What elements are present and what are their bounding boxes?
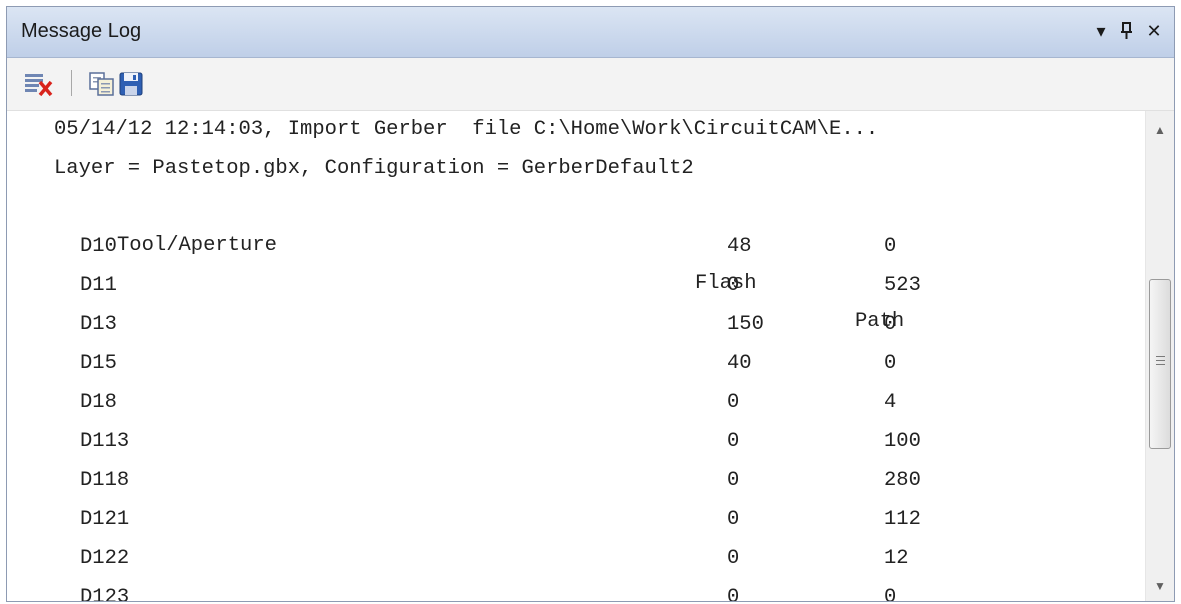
log-row-tool: D10 — [80, 235, 117, 258]
log-row-tool: D118 — [80, 469, 130, 492]
log-row-path: 0 — [884, 352, 897, 375]
log-row: D15 40 0 — [7, 345, 1145, 383]
log-row: D113 0 100 — [7, 423, 1145, 461]
log-row-flash: 48 — [727, 235, 752, 258]
log-row: D122 0 12 — [7, 540, 1145, 578]
thumb-grip-line — [1156, 356, 1165, 357]
clear-log-icon[interactable] — [23, 70, 53, 98]
log-column-header: Tool/Aperture Flash Path — [7, 189, 1145, 333]
log-row-tool: D13 — [80, 313, 117, 336]
log-row: D13 150 0 — [7, 306, 1145, 344]
log-row: D121 0 112 — [7, 501, 1145, 539]
log-row-path: 0 — [884, 313, 897, 336]
log-row-path: 0 — [884, 235, 897, 258]
log-row-path: 12 — [884, 547, 909, 570]
log-row-tool: D15 — [80, 352, 117, 375]
thumb-grip-line — [1156, 360, 1165, 361]
dropdown-menu-icon[interactable]: ▾ — [1089, 18, 1113, 44]
log-row-path: 280 — [884, 469, 921, 492]
log-row-flash: 0 — [727, 274, 740, 297]
copy-icon[interactable] — [87, 70, 117, 98]
scroll-up-arrow[interactable]: ▲ — [1146, 115, 1174, 145]
thumb-grip-line — [1156, 364, 1165, 365]
log-row: D11 0 523 — [7, 267, 1145, 305]
message-log-panel: Message Log ▾ ✕ 05/14/12 12:14:03, Impor… — [6, 6, 1175, 602]
log-row-tool: D113 — [80, 430, 130, 453]
toolbar-separator — [71, 70, 72, 96]
log-toolbar — [7, 58, 1174, 111]
log-row: D118 0 280 — [7, 462, 1145, 500]
log-row-flash: 0 — [727, 391, 740, 414]
log-row: D18 0 4 — [7, 384, 1145, 422]
log-row-path: 4 — [884, 391, 897, 414]
scroll-thumb[interactable] — [1149, 279, 1171, 449]
log-row: D123 0 0 — [7, 579, 1145, 601]
log-row-path: 112 — [884, 508, 921, 531]
log-row-flash: 0 — [727, 586, 740, 601]
pin-icon[interactable] — [1115, 18, 1139, 44]
scroll-down-arrow[interactable]: ▼ — [1146, 571, 1174, 601]
log-row-tool: D123 — [80, 586, 130, 601]
log-row-flash: 40 — [727, 352, 752, 375]
log-row-tool: D121 — [80, 508, 130, 531]
log-row-path: 0 — [884, 586, 897, 601]
log-row: D10 48 0 — [7, 228, 1145, 266]
log-row-path: 523 — [884, 274, 921, 297]
log-row-flash: 0 — [727, 469, 740, 492]
log-row-flash: 0 — [727, 547, 740, 570]
log-content[interactable]: 05/14/12 12:14:03, Import Gerber file C:… — [7, 111, 1145, 601]
log-row-tool: D122 — [80, 547, 130, 570]
log-row-flash: 0 — [727, 430, 740, 453]
panel-title: Message Log — [21, 20, 142, 42]
log-row-path: 100 — [884, 430, 921, 453]
save-icon[interactable] — [117, 70, 147, 98]
log-row-tool: D11 — [80, 274, 117, 297]
log-row-flash: 0 — [727, 508, 740, 531]
panel-titlebar: Message Log ▾ ✕ — [7, 7, 1174, 58]
log-header-line: 05/14/12 12:14:03, Import Gerber file C:… — [54, 118, 879, 141]
log-layer-line: Layer = Pastetop.gbx, Configuration = Ge… — [54, 157, 694, 180]
close-icon[interactable]: ✕ — [1141, 18, 1167, 44]
vertical-scrollbar[interactable]: ▲ ▼ — [1145, 111, 1174, 601]
log-row-flash: 150 — [727, 313, 764, 336]
log-row-tool: D18 — [80, 391, 117, 414]
